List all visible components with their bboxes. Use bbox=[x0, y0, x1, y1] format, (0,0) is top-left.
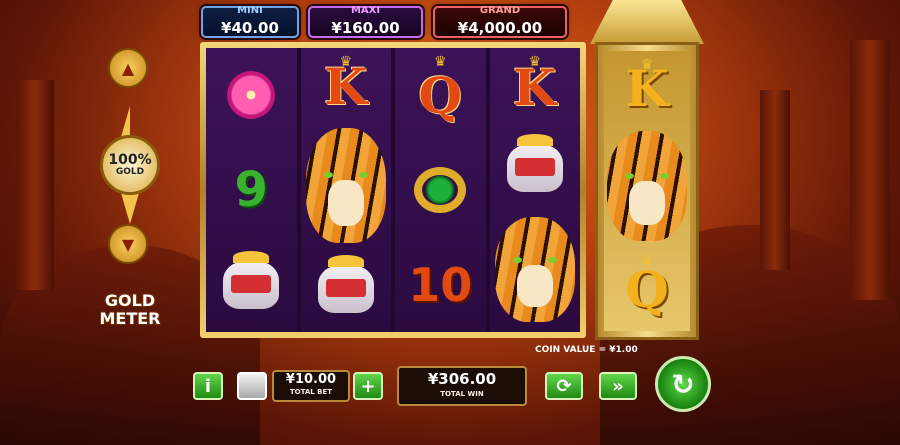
spin-icon: ↻ bbox=[671, 367, 695, 401]
autoplay-icon: ⟳ bbox=[556, 375, 572, 397]
symbol-tiger bbox=[301, 125, 392, 245]
background-pillar-right bbox=[760, 90, 790, 270]
symbol-q-text: Q bbox=[418, 65, 463, 125]
symbol-tiger bbox=[604, 126, 690, 247]
gold-tower-reel: ♛ K ♛ Q bbox=[587, 0, 707, 342]
jackpot-maxi-label: MAXI bbox=[350, 5, 381, 16]
tower-reel: ♛ K ♛ Q bbox=[604, 51, 690, 331]
total-bet-label: TOTAL BET bbox=[289, 388, 333, 396]
autoplay-button[interactable]: ⟳ bbox=[545, 372, 583, 400]
decrease-bet-button[interactable] bbox=[237, 372, 267, 400]
symbol-k: ♛ K bbox=[301, 48, 392, 125]
crown-icon: ♛ bbox=[433, 54, 447, 70]
symbol-k: ♛ K bbox=[604, 51, 690, 126]
crown-icon: ♛ bbox=[339, 54, 353, 70]
reel-4: ♛ K bbox=[489, 48, 581, 332]
reel-grid: 9 ♛ K ♛ Q 10 ♛ K bbox=[206, 48, 580, 332]
symbol-ten-text: 10 bbox=[408, 257, 473, 312]
symbol-nine-text: 9 bbox=[234, 162, 268, 218]
jackpot-maxi: MAXI ¥160.00 bbox=[308, 5, 423, 38]
jackpot-grand-value: ¥4,000.00 bbox=[457, 19, 543, 37]
symbol-k: ♛ K bbox=[490, 48, 581, 128]
gold-meter-sub: GOLD bbox=[115, 167, 145, 177]
gold-meter-down-button[interactable]: ▼ bbox=[108, 224, 148, 264]
gold-meter-title-line2: METER bbox=[99, 309, 161, 328]
symbol-treasure-pot bbox=[206, 237, 297, 332]
plus-icon: + bbox=[360, 375, 376, 397]
treasure-pot-icon bbox=[223, 250, 280, 309]
jackpot-grand: GRAND ¥4,000.00 bbox=[433, 5, 567, 38]
gold-meter: 100% GOLD bbox=[90, 106, 170, 224]
total-bet-display: ¥10.00 TOTAL BET bbox=[272, 370, 350, 402]
turbo-icon: » bbox=[612, 375, 624, 397]
symbol-q: ♛ Q bbox=[395, 48, 486, 143]
gold-meter-percent: 100% bbox=[108, 152, 152, 168]
crown-icon: ♛ bbox=[528, 54, 542, 70]
symbol-nine: 9 bbox=[206, 143, 297, 238]
background-pillar-far-right bbox=[850, 40, 890, 300]
reel-frame: 9 ♛ K ♛ Q 10 ♛ K bbox=[200, 42, 586, 338]
emerald-ring-icon bbox=[414, 167, 467, 213]
symbol-treasure-pot bbox=[490, 128, 581, 208]
info-button[interactable]: i bbox=[193, 372, 223, 400]
symbol-lily-flower bbox=[206, 48, 297, 143]
reel-3: ♛ Q 10 bbox=[395, 48, 486, 332]
jackpot-mini-label: MINI bbox=[237, 5, 263, 16]
jackpot-mini: MINI ¥40.00 bbox=[201, 5, 299, 38]
symbol-ten: 10 bbox=[395, 237, 486, 332]
lily-flower-icon bbox=[227, 71, 276, 120]
gold-meter-title-line1: GOLD bbox=[104, 291, 156, 310]
tiger-eye-icon bbox=[625, 173, 634, 180]
treasure-pot-icon bbox=[506, 133, 563, 192]
background-pillar-left bbox=[16, 80, 54, 290]
gold-bars-roof-icon bbox=[590, 0, 704, 44]
symbol-emerald-ring bbox=[395, 143, 486, 238]
info-icon: i bbox=[204, 375, 212, 397]
tiger-icon bbox=[607, 131, 687, 242]
coin-value: COIN VALUE = ¥1.00 bbox=[535, 345, 638, 355]
total-win-display: ¥306.00 TOTAL WIN bbox=[397, 366, 527, 406]
arrow-up-icon: ▲ bbox=[121, 58, 135, 78]
jackpot-mini-value: ¥40.00 bbox=[221, 19, 279, 37]
treasure-pot-icon bbox=[317, 254, 374, 313]
symbol-treasure-pot bbox=[301, 246, 392, 332]
tiger-icon bbox=[494, 217, 575, 323]
tiger-eye-icon bbox=[547, 257, 557, 264]
symbol-tiger bbox=[490, 208, 581, 332]
total-win-value: ¥306.00 bbox=[427, 370, 497, 388]
increase-bet-button[interactable]: + bbox=[353, 372, 383, 400]
tower-body: ♛ K ♛ Q bbox=[595, 42, 699, 340]
tiger-icon bbox=[305, 128, 386, 244]
turbo-button[interactable]: » bbox=[599, 372, 637, 400]
gold-meter-title: GOLD METER bbox=[88, 292, 172, 328]
tiger-eye-icon bbox=[512, 257, 522, 264]
total-win-label: TOTAL WIN bbox=[440, 390, 484, 398]
tiger-eye-icon bbox=[660, 173, 669, 180]
gold-meter-up-button[interactable]: ▲ bbox=[108, 48, 148, 88]
crown-icon: ♛ bbox=[640, 253, 654, 269]
spin-button[interactable]: ↻ bbox=[655, 356, 711, 412]
symbol-q: ♛ Q bbox=[604, 247, 690, 331]
jackpot-grand-label: GRAND bbox=[479, 5, 521, 16]
reel-1: 9 bbox=[206, 48, 297, 332]
reel-2: ♛ K bbox=[300, 48, 392, 332]
tiger-eye-icon bbox=[358, 171, 368, 178]
gold-meter-disc: 100% GOLD bbox=[100, 135, 160, 195]
tiger-eye-icon bbox=[323, 171, 333, 178]
crown-icon: ♛ bbox=[640, 57, 654, 73]
jackpot-maxi-value: ¥160.00 bbox=[331, 19, 400, 37]
arrow-down-icon: ▼ bbox=[121, 234, 135, 254]
total-bet-value: ¥10.00 bbox=[285, 372, 337, 387]
